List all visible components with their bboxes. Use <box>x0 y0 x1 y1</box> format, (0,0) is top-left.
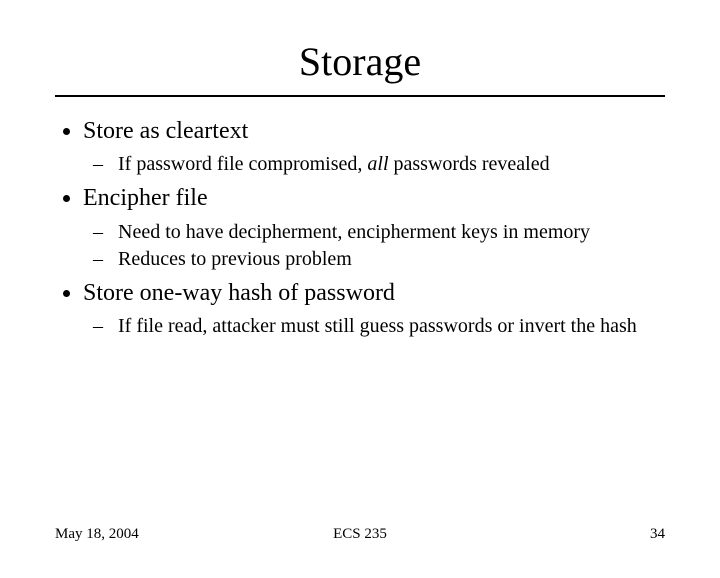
sub-list: Need to have decipherment, encipherment … <box>83 219 665 273</box>
bullet-item: Store as cleartext If password file comp… <box>83 115 665 178</box>
bullet-item: Encipher file Need to have decipherment,… <box>83 182 665 272</box>
sub-text-prefix: If file read, attacker must still guess … <box>118 315 637 337</box>
bullet-text: Encipher file <box>83 185 208 211</box>
sub-item: If file read, attacker must still guess … <box>113 313 665 340</box>
slide: Storage Store as cleartext If password f… <box>0 38 720 578</box>
bullet-text: Store as cleartext <box>83 118 248 144</box>
bullet-text: Store one-way hash of password <box>83 280 395 306</box>
footer: May 18, 2004 ECS 235 34 <box>0 526 720 543</box>
sub-text-em: all <box>367 153 388 175</box>
sub-list: If file read, attacker must still guess … <box>83 313 665 340</box>
content-area: Store as cleartext If password file comp… <box>55 115 665 340</box>
sub-item: Reduces to previous problem <box>113 246 665 273</box>
sub-list: If password file compromised, all passwo… <box>83 151 665 178</box>
sub-text-prefix: If password file compromised, <box>118 153 367 175</box>
bullet-item: Store one-way hash of password If file r… <box>83 277 665 340</box>
slide-title: Storage <box>0 38 720 85</box>
sub-item: If password file compromised, all passwo… <box>113 151 665 178</box>
footer-course: ECS 235 <box>0 526 720 543</box>
title-divider <box>55 95 665 97</box>
bullet-list: Store as cleartext If password file comp… <box>55 115 665 340</box>
sub-text-suffix: passwords revealed <box>389 153 550 175</box>
sub-item: Need to have decipherment, encipherment … <box>113 219 665 246</box>
sub-text-prefix: Need to have decipherment, encipherment … <box>118 221 590 243</box>
sub-text-prefix: Reduces to previous problem <box>118 248 352 270</box>
